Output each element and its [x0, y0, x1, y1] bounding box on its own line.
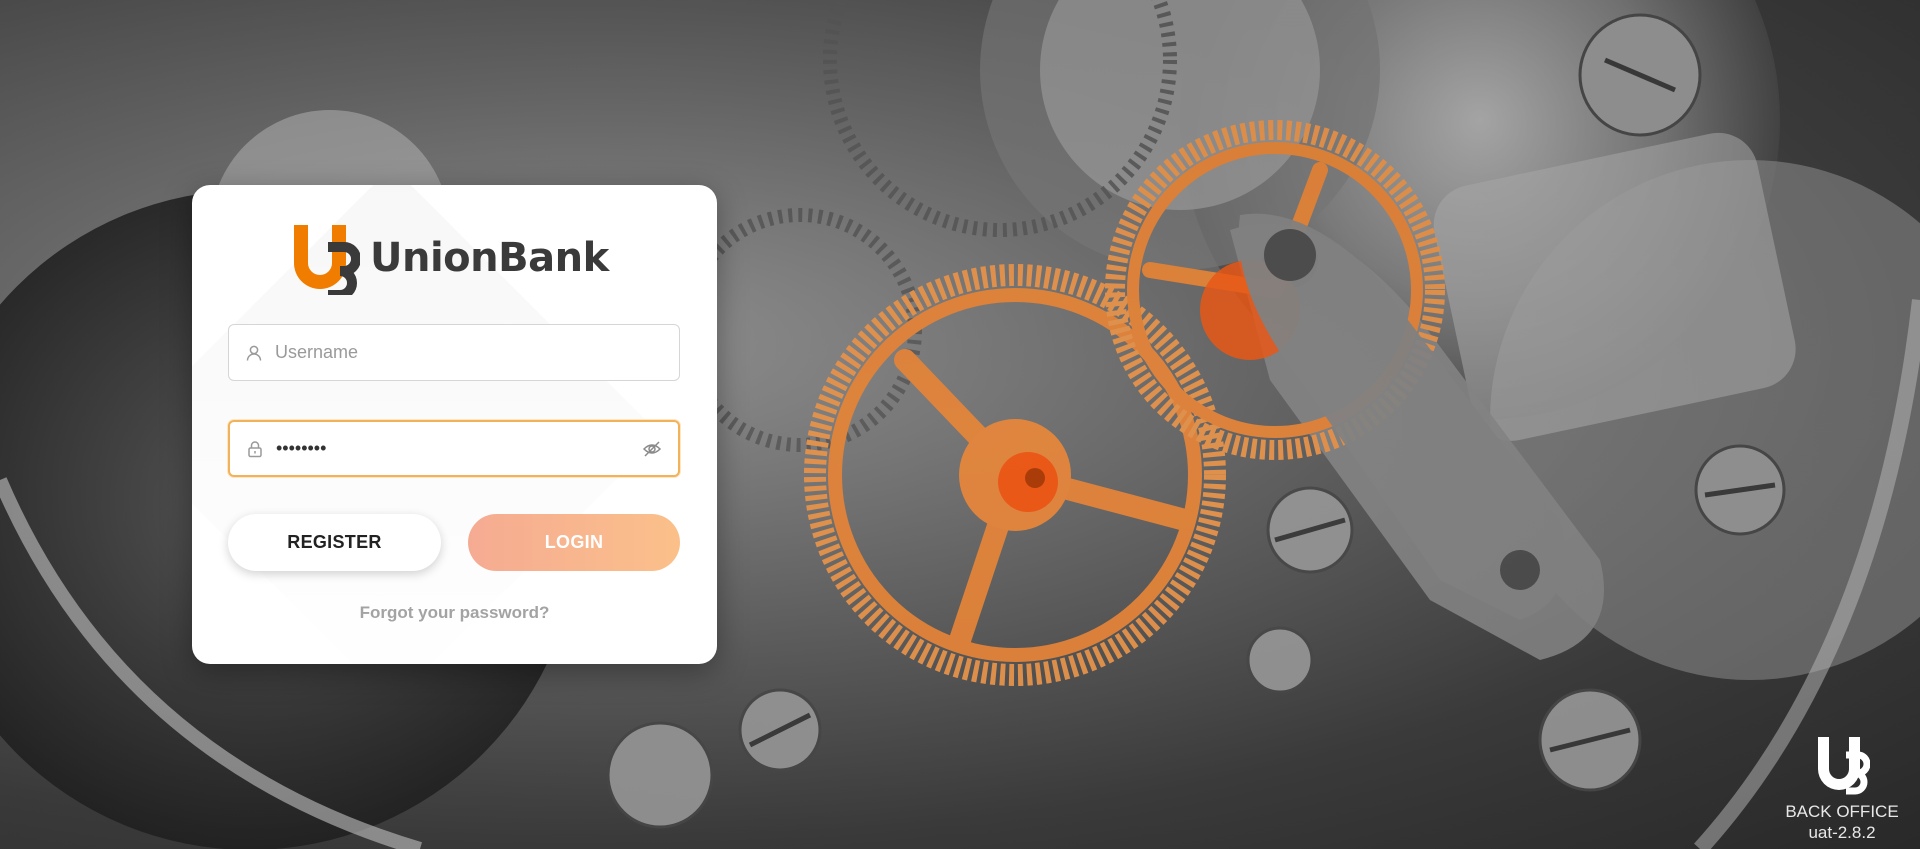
- app-version: uat-2.8.2: [1808, 823, 1876, 842]
- password-field[interactable]: [228, 420, 680, 477]
- brand-name: UnionBank: [370, 235, 609, 281]
- app-badge: BACK OFFICE uat-2.8.2: [1782, 733, 1902, 843]
- lock-icon: [248, 440, 262, 457]
- eye-slash-icon[interactable]: [642, 439, 662, 459]
- register-button[interactable]: REGISTER: [228, 514, 441, 571]
- app-name: BACK OFFICE: [1785, 802, 1899, 821]
- brand-logo: UnionBank: [290, 221, 620, 295]
- forgot-password-link[interactable]: Forgot your password?: [192, 603, 717, 623]
- login-card: UnionBank REGISTER LOGIN Forgot your pas…: [192, 185, 717, 664]
- username-field[interactable]: [228, 324, 680, 381]
- unionbank-mark-icon: [1818, 737, 1870, 795]
- password-input[interactable]: [276, 438, 642, 459]
- login-button[interactable]: LOGIN: [468, 514, 680, 571]
- unionbank-logo-icon: [294, 225, 360, 295]
- username-input[interactable]: [275, 342, 663, 363]
- user-icon: [246, 345, 262, 361]
